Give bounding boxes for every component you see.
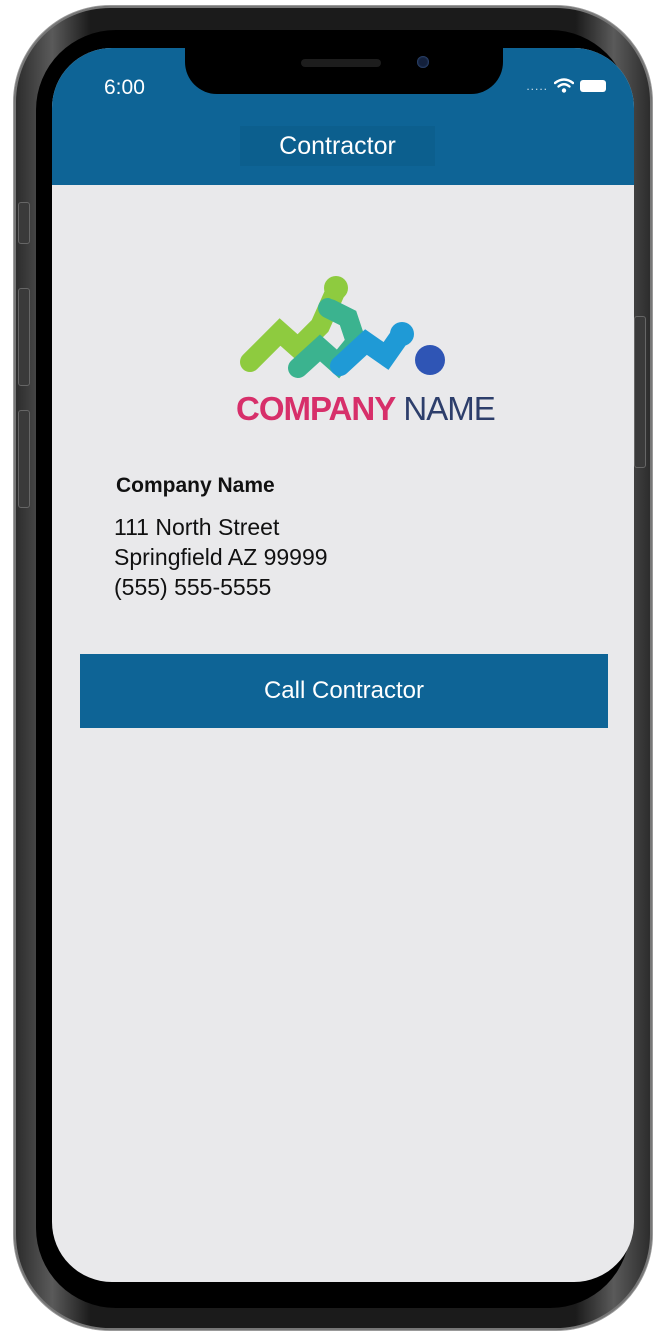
status-icons: ..... [526,78,606,94]
wifi-icon [554,78,574,93]
company-logo-mark [240,276,445,379]
volume-down-button [18,410,30,508]
address-street: 111 North Street [114,514,280,540]
logo-word-company: COMPANY [236,390,396,427]
company-phone: (555) 555-5555 [114,574,272,600]
volume-up-button [18,288,30,386]
company-name: Company Name [116,474,275,497]
call-contractor-button[interactable]: Call Contractor [80,654,608,728]
speaker-grille [301,59,381,67]
company-address: 111 North Street Springfield AZ 99999 (5… [114,512,328,602]
front-camera [417,56,429,68]
page-title: Contractor [240,126,435,166]
logo-word-name: NAME [403,390,495,427]
logo-wordmark: COMPANY NAME [236,390,496,428]
mute-switch [18,202,30,244]
power-button [634,316,646,468]
company-logo: COMPANY NAME [236,264,496,434]
address-city: Springfield AZ 99999 [114,544,328,570]
signal-icon: ..... [526,79,548,93]
notch [185,48,503,94]
screen: 6:00 ..... Contractor COMPANY NAME Compa… [52,48,634,1282]
battery-icon [580,80,606,92]
navigation-bar: 6:00 ..... Contractor [52,48,634,185]
status-time: 6:00 [104,76,145,99]
